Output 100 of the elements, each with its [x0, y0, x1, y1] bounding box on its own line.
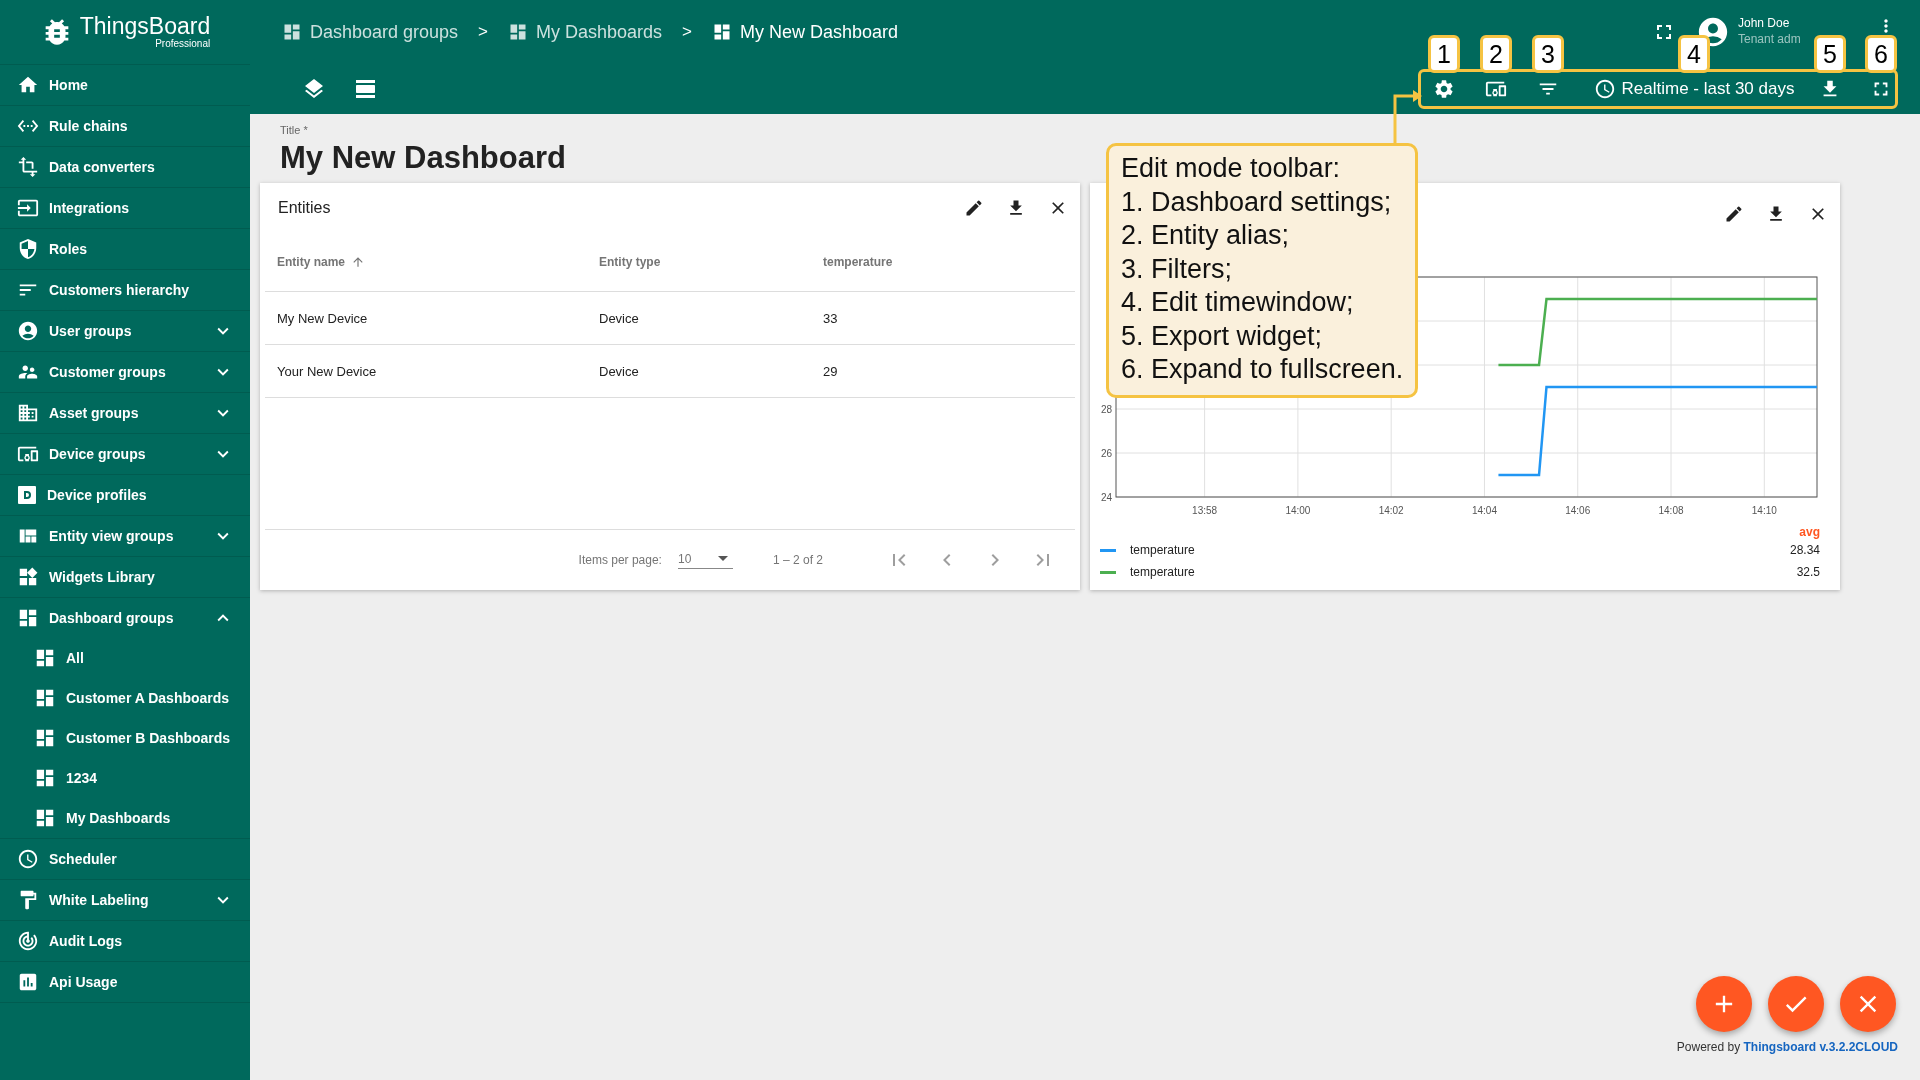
x-tick-label: 14:04 — [1471, 505, 1497, 516]
sidebar-item[interactable]: Roles — [0, 229, 250, 270]
callout-line: 2. Entity alias; — [1121, 219, 1291, 252]
number-badge: 3 — [1532, 35, 1564, 73]
sidebar-subitem-label: Customer B Dashboards — [66, 730, 232, 746]
callout-line: 5. Export widget; — [1121, 319, 1324, 353]
sidebar-item[interactable]: Api Usage — [0, 962, 250, 1003]
table-cell-text: Your New Device — [277, 363, 378, 379]
dashboard-icon — [34, 687, 56, 709]
dashboard-icon — [17, 607, 39, 629]
timewindow-button[interactable]: Realtime - last 30 days — [1588, 72, 1800, 106]
sidebar-subitem[interactable]: 1234 — [0, 758, 250, 798]
sidebar-item[interactable]: Device groups — [0, 434, 250, 475]
sidebar-item[interactable]: Customer groups — [0, 352, 250, 393]
number-badge: 4 — [1678, 35, 1710, 73]
sidebar-item[interactable]: Entity view groups — [0, 516, 250, 557]
add-button[interactable] — [1696, 976, 1752, 1032]
sidebar-item[interactable]: Dashboard groups — [0, 598, 250, 638]
dashboard-icon — [712, 22, 733, 42]
sidebar-item[interactable]: Audit Logs — [0, 921, 250, 962]
sidebar-subitem-label: My Dashboards — [66, 810, 172, 826]
sidebar-item-label: Home — [49, 77, 89, 93]
column-header[interactable]: Entity type — [599, 255, 823, 269]
y-tick-label: 26 — [1100, 448, 1112, 459]
sidebar-item-label: Api Usage — [49, 974, 119, 990]
sidebar-item[interactable]: Integrations — [0, 188, 250, 229]
sidebar-item-label: Integrations — [49, 200, 131, 216]
dashboard-icon — [282, 22, 302, 42]
sidebar-subitem[interactable]: Customer B Dashboards — [0, 718, 250, 758]
sidebar-item[interactable]: Customers hierarchy — [0, 270, 250, 311]
edit-icon[interactable] — [1724, 203, 1744, 224]
legend-value: 28.34 — [1789, 543, 1820, 557]
y-tick-label: 28 — [1100, 404, 1112, 415]
items-per-page-label: Items per page: — [578, 553, 662, 567]
legend-name: temperature — [1130, 565, 1196, 579]
sidebar-item-label: Data converters — [49, 159, 156, 175]
user-role: Tenant adm — [1738, 32, 1801, 48]
bar-chart-icon — [17, 971, 39, 993]
device-profile-icon — [17, 485, 37, 505]
table-cell-text: Device — [599, 363, 640, 379]
input-icon — [17, 197, 39, 219]
shield-icon — [17, 238, 39, 260]
sidebar-subitem-label: 1234 — [66, 770, 99, 786]
legend-value: 32.5 — [1796, 565, 1820, 579]
title-label: Title * — [280, 123, 309, 136]
powered-by-text: Powered by Thingsboard v.3.2.2CLOUD — [1676, 1040, 1898, 1054]
callout-line: 4. Edit timewindow; — [1121, 286, 1355, 319]
dashboard-icon — [34, 727, 56, 749]
sidebar-item[interactable]: Asset groups — [0, 393, 250, 434]
callout-line: Edit mode toolbar: — [1121, 152, 1342, 185]
save-button[interactable] — [1768, 976, 1824, 1032]
sidebar-item[interactable]: Rule chains — [0, 106, 250, 147]
sidebar-item[interactable]: White Labeling — [0, 880, 250, 921]
sidebar-item-label: Widgets Library — [49, 569, 156, 585]
sidebar-item[interactable]: Widgets Library — [0, 557, 250, 598]
sidebar-item-label: Rule chains — [49, 118, 129, 134]
breadcrumb-link[interactable]: Dashboard groups — [282, 21, 459, 43]
sidebar-item-label: Roles — [49, 241, 89, 257]
title-field[interactable]: My New Dashboard — [280, 139, 566, 176]
breadcrumb-link[interactable]: My Dashboards — [508, 21, 663, 43]
sidebar-item-label: Audit Logs — [49, 933, 124, 949]
dashboard-icon — [508, 22, 529, 42]
table-cell-text: 33 — [823, 310, 839, 326]
callout-line: 1. Dashboard settings; — [1121, 185, 1393, 219]
user-name: John Doe — [1738, 16, 1791, 32]
sidebar-subitem[interactable]: All — [0, 638, 250, 678]
column-header[interactable]: temperature — [823, 255, 1075, 269]
breadcrumb-link[interactable]: My New Dashboard — [712, 21, 899, 43]
page-range: 1 – 2 of 2 — [772, 553, 823, 567]
dropdown-arrow-icon — [717, 556, 728, 561]
sidebar-item-label: Customers hierarchy — [49, 282, 191, 298]
crop-icon — [17, 156, 39, 178]
x-tick-label: 13:58 — [1192, 505, 1218, 516]
sidebar-subitem-label: Customer A Dashboards — [66, 690, 231, 706]
sidebar-item-label: White Labeling — [49, 892, 150, 908]
edit-icon[interactable] — [964, 198, 984, 218]
sidebar-subitem[interactable]: My Dashboards — [0, 798, 250, 838]
sidebar-item-label: Device groups — [49, 446, 147, 462]
sidebar-item[interactable]: Home — [0, 65, 250, 106]
sidebar-item-label: Dashboard groups — [49, 610, 175, 626]
sidebar-item[interactable]: Device profiles — [0, 475, 250, 516]
number-badge: 6 — [1865, 35, 1897, 73]
cancel-button[interactable] — [1840, 976, 1896, 1032]
sidebar-item[interactable]: User groups — [0, 311, 250, 352]
x-tick-label: 14:10 — [1751, 505, 1777, 516]
column-header[interactable]: Entity name — [277, 255, 599, 269]
layout-icon[interactable] — [354, 77, 378, 101]
number-badge: 2 — [1480, 35, 1512, 73]
sidebar-item[interactable]: Scheduler — [0, 839, 250, 880]
page-size-select[interactable]: 10 — [677, 551, 733, 569]
building-icon — [17, 402, 39, 424]
x-tick-label: 14:00 — [1285, 505, 1311, 516]
breadcrumb-separator: > — [478, 22, 489, 42]
number-badge: 1 — [1428, 35, 1460, 73]
callout-line: 6. Expand to fullscreen. — [1121, 353, 1404, 386]
sidebar-item[interactable]: Data converters — [0, 147, 250, 188]
sidebar-subitem[interactable]: Customer A Dashboards — [0, 678, 250, 718]
clock-icon — [1593, 78, 1616, 100]
x-tick-label: 14:06 — [1565, 505, 1591, 516]
version-link[interactable]: Thingsboard v.3.2.2CLOUD — [1743, 1040, 1898, 1054]
